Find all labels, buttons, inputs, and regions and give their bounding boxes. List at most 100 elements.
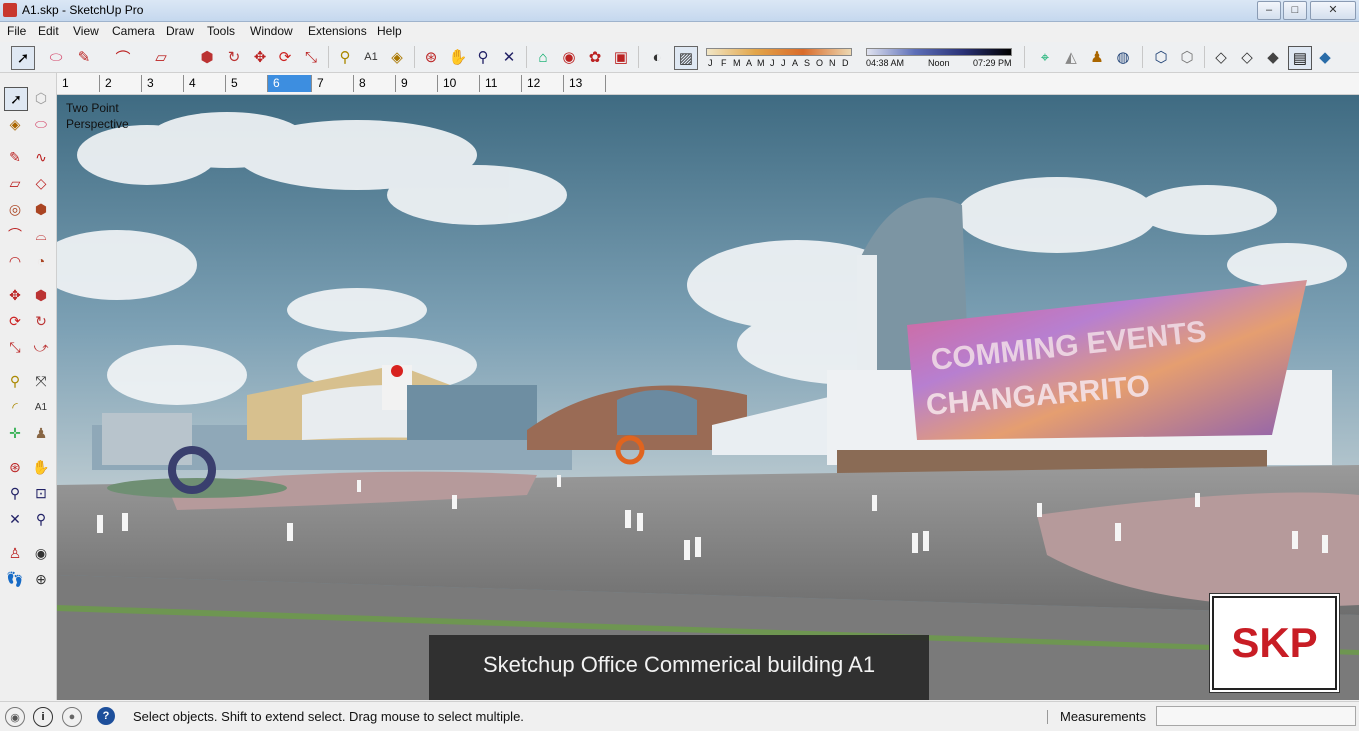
tape-measure-icon[interactable]: ⚲ [334,46,356,68]
scale-icon[interactable]: ⤡ [4,336,26,358]
pan-icon[interactable]: ✋ [447,46,469,68]
menu-camera[interactable]: Camera [112,24,155,38]
rotate-icon[interactable]: ⟳ [274,46,296,68]
geo-location-icon[interactable]: ◉ [5,707,25,727]
arc-icon[interactable]: ⌒ [4,224,26,246]
scene-tab[interactable]: 2 [99,75,141,92]
extension-warehouse-icon[interactable]: ✿ [584,46,606,68]
scene-tab[interactable]: 9 [395,75,437,92]
scene-tab-active[interactable]: 6 [267,75,311,92]
measurements-input[interactable] [1156,706,1356,726]
photo-textures-icon[interactable]: ♟ [1086,46,1108,68]
select-tool-icon[interactable]: ➚ [4,87,28,111]
menu-edit[interactable]: Edit [38,24,59,38]
wireframe-icon[interactable]: ◇ [1210,46,1232,68]
tape-measure-icon[interactable]: ⚲ [4,370,26,392]
push-pull-icon[interactable]: ⬢ [30,284,52,306]
polygon-icon[interactable]: ⬢ [30,198,52,220]
menu-view[interactable]: View [73,24,99,38]
rectangle-icon[interactable]: ▱ [4,172,26,194]
scene-tab[interactable]: 4 [183,75,225,92]
previous-view-icon[interactable]: ⚲ [30,508,52,530]
menu-tools[interactable]: Tools [207,24,235,38]
arc-icon[interactable]: ⌒ [112,46,134,68]
two-point-arc-icon[interactable]: ⌓ [30,224,52,246]
help-icon[interactable]: ? [97,707,115,725]
menu-help[interactable]: Help [377,24,402,38]
minimize-button[interactable]: – [1257,1,1281,20]
follow-me-icon[interactable]: ↻ [223,46,245,68]
pencil-icon[interactable]: ✎ [73,46,95,68]
scene-tab[interactable]: 1 [57,75,99,92]
shaded-icon[interactable]: ◆ [1262,46,1284,68]
zoom-extents-icon[interactable]: ✕ [498,46,520,68]
protractor-icon[interactable]: ◜ [4,396,26,418]
zoom-icon[interactable]: ⚲ [4,482,26,504]
eraser-icon[interactable]: ⬭ [30,113,52,135]
menu-extensions[interactable]: Extensions [308,24,367,38]
scene-tab[interactable]: 7 [311,75,353,92]
select-tool-icon[interactable]: ➚ [11,46,35,70]
scene-tab[interactable]: 3 [141,75,183,92]
three-point-arc-icon[interactable]: ◠ [4,250,26,272]
menu-window[interactable]: Window [250,24,293,38]
model-viewport[interactable]: COMMING EVENTS CHANGARRITO Two Point Per… [57,95,1359,700]
walk-icon[interactable]: 👣 [4,568,26,590]
scene-tab[interactable]: 5 [225,75,267,92]
add-location-icon[interactable]: ⌖ [1034,46,1056,68]
shadows-toggle-icon[interactable]: ◐ [646,46,668,68]
shadow-time-slider[interactable] [866,48,1012,56]
follow-me-icon[interactable]: ↻ [30,310,52,332]
xray-icon[interactable]: ⬡ [1150,46,1172,68]
maximize-button[interactable]: □ [1283,1,1307,20]
hidden-line-icon[interactable]: ◇ [1236,46,1258,68]
rectangle-icon[interactable]: ▱ [150,46,172,68]
dimension-icon[interactable]: ⤧ [30,370,52,392]
menu-draw[interactable]: Draw [166,24,194,38]
paint-bucket-icon[interactable]: ◈ [386,46,408,68]
preview-earth-icon[interactable]: ◍ [1112,46,1134,68]
toggle-terrain-icon[interactable]: ◭ [1060,46,1082,68]
move-icon[interactable]: ✥ [249,46,271,68]
scale-icon[interactable]: ⤡ [300,46,322,68]
zoom-icon[interactable]: ⚲ [472,46,494,68]
back-edges-icon[interactable]: ⬡ [1176,46,1198,68]
scene-tab[interactable]: 12 [521,75,563,92]
menu-file[interactable]: File [7,24,26,38]
shadow-month-slider[interactable] [706,48,852,56]
orbit-icon[interactable]: ⊛ [4,456,26,478]
paint-bucket-icon[interactable]: ◈ [4,113,26,135]
credits-info-icon[interactable]: i [33,707,53,727]
section-plane-icon[interactable]: ⊕ [30,568,52,590]
monochrome-icon[interactable]: ◆ [1314,46,1336,68]
axes-icon[interactable]: ✛ [4,422,26,444]
move-icon[interactable]: ✥ [4,284,26,306]
scene-tab[interactable]: 13 [563,75,605,92]
zoom-window-icon[interactable]: ⊡ [30,482,52,504]
offset-icon[interactable]: ⤻ [30,336,52,358]
3d-text-icon[interactable]: ♟ [30,422,52,444]
rotate-icon[interactable]: ⟳ [4,310,26,332]
scene-tab[interactable]: 8 [353,75,395,92]
scene-tab[interactable]: 11 [479,75,521,92]
push-pull-icon[interactable]: ⬢ [196,46,218,68]
scene-tab[interactable]: 10 [437,75,479,92]
pan-icon[interactable]: ✋ [30,456,52,478]
user-account-icon[interactable]: ● [62,707,82,727]
position-camera-icon[interactable]: ♙ [4,542,26,564]
text-icon[interactable]: A1 [360,46,382,68]
fog-toggle-icon[interactable]: ▨ [674,46,698,70]
shaded-textures-icon[interactable]: ▤ [1288,46,1312,70]
make-component-icon[interactable]: ⬡ [30,87,52,109]
freehand-icon[interactable]: ∿ [30,146,52,168]
rotated-rectangle-icon[interactable]: ◇ [30,172,52,194]
zoom-extents-icon[interactable]: ✕ [4,508,26,530]
look-around-icon[interactable]: ◉ [30,542,52,564]
text-icon[interactable]: A1 [30,396,52,418]
warehouse-icon[interactable]: ⌂ [532,46,554,68]
orbit-icon[interactable]: ⊛ [420,46,442,68]
components-icon[interactable]: ◉ [558,46,580,68]
line-icon[interactable]: ✎ [4,146,26,168]
close-button[interactable]: ✕ [1310,1,1356,20]
pie-icon[interactable]: ◔ [30,250,52,272]
